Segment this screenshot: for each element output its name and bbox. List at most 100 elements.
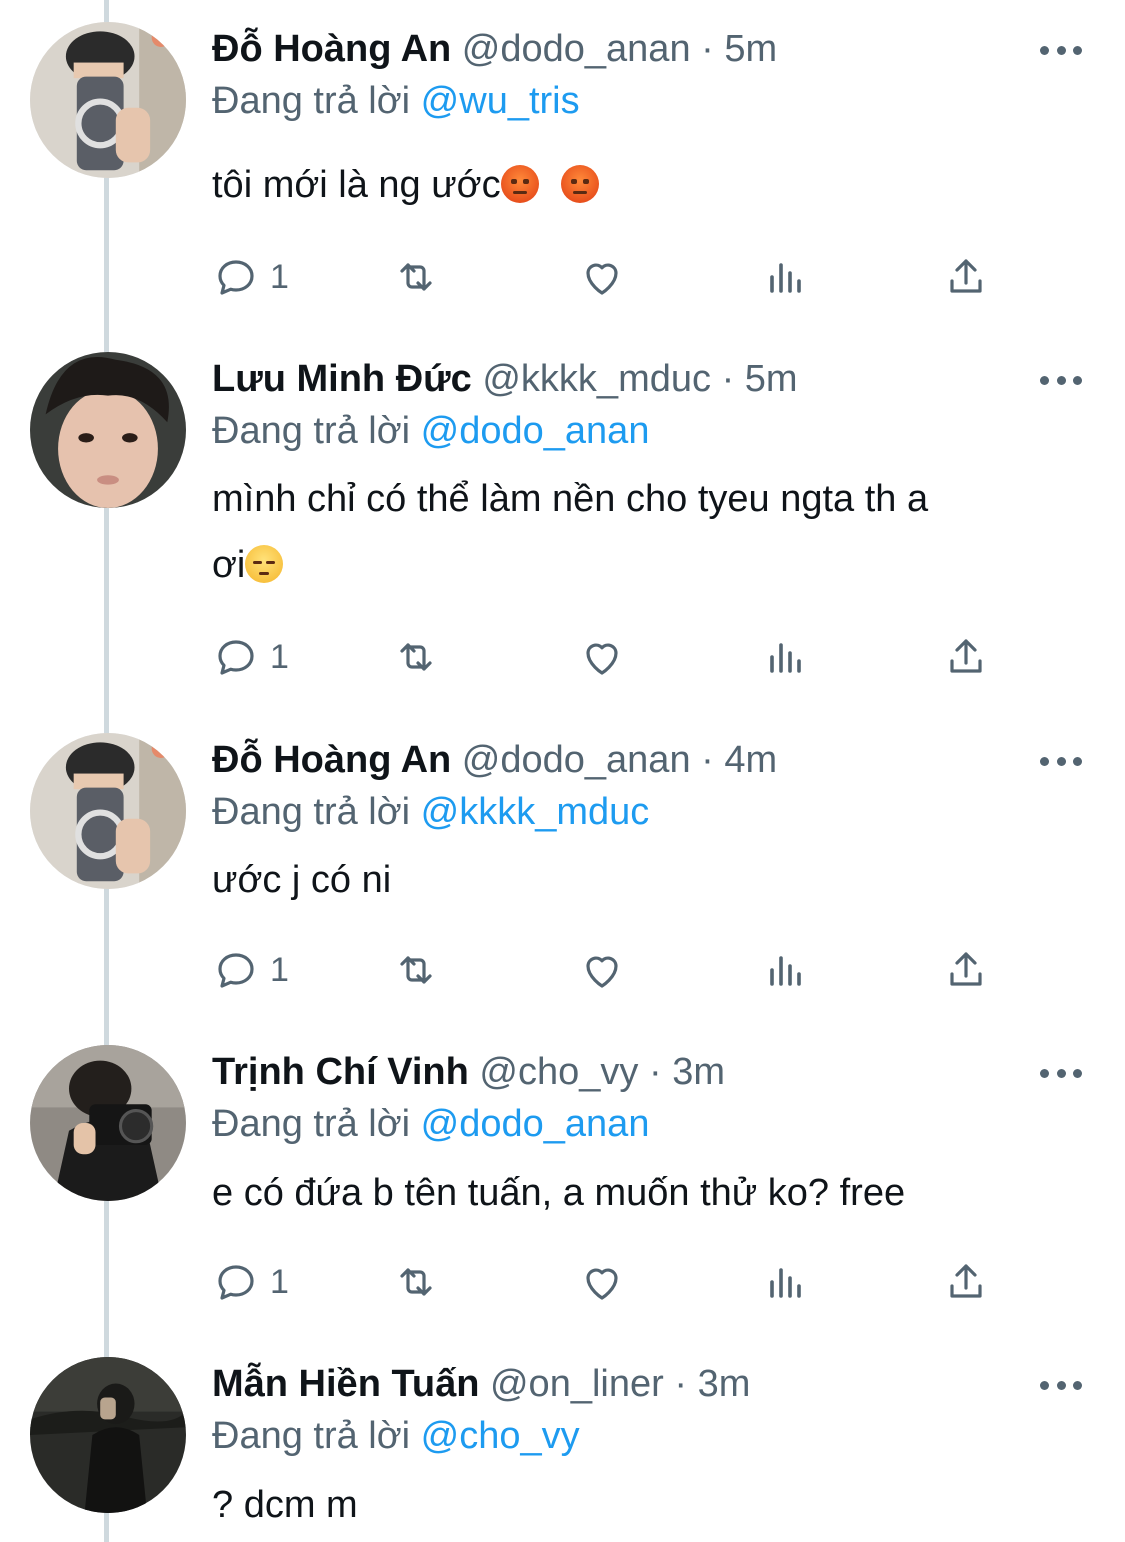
avatar[interactable] — [30, 352, 186, 508]
views-icon — [770, 263, 801, 293]
retweet-icon — [400, 1268, 432, 1296]
replying-to: Đang trả lời @kkkk_mduc — [212, 787, 649, 837]
share-button[interactable] — [942, 1257, 990, 1307]
replying-to: Đang trả lời @cho_vy — [212, 1411, 580, 1461]
views-button[interactable] — [762, 1257, 810, 1307]
share-button[interactable] — [942, 252, 990, 302]
angry-face-icon — [561, 165, 600, 203]
reply-count: 1 — [270, 1262, 289, 1301]
share-icon — [950, 952, 982, 986]
mention-link[interactable]: @kkkk_mduc — [421, 791, 650, 833]
avatar[interactable] — [30, 733, 186, 889]
reply-prefix: Đang trả lời — [212, 1103, 411, 1145]
share-button[interactable] — [942, 632, 990, 682]
reply-count: 1 — [270, 257, 289, 296]
reply-prefix: Đang trả lời — [212, 1415, 411, 1457]
pensive-face-icon — [245, 545, 284, 583]
like-button[interactable] — [578, 252, 626, 302]
retweet-icon — [400, 956, 432, 984]
like-button[interactable] — [578, 632, 626, 682]
views-icon — [770, 1268, 801, 1298]
more-icon[interactable] — [1040, 360, 1082, 400]
retweet-icon — [400, 263, 432, 291]
timestamp[interactable]: 3m — [672, 1051, 725, 1093]
reply-prefix: Đang trả lời — [212, 791, 411, 833]
avatar[interactable] — [30, 22, 186, 178]
replying-to: Đang trả lời @dodo_anan — [212, 406, 649, 456]
avatar[interactable] — [30, 1045, 186, 1201]
share-icon — [950, 639, 982, 673]
reply-prefix: Đang trả lời — [212, 410, 411, 452]
mention-link[interactable]: @dodo_anan — [421, 410, 650, 452]
separator: · — [648, 1051, 662, 1093]
display-name[interactable]: Đỗ Hoàng An — [212, 739, 451, 781]
avatar-camera-icon — [30, 1045, 186, 1201]
share-button[interactable] — [942, 945, 990, 995]
avatar-mirror-selfie-icon — [30, 733, 186, 889]
action-bar: 1 — [212, 945, 1012, 995]
reply-icon — [218, 953, 254, 988]
action-bar: 1 — [212, 632, 1012, 682]
avatar[interactable] — [30, 1357, 186, 1513]
replying-to: Đang trả lời @wu_tris — [212, 76, 580, 126]
more-icon[interactable] — [1040, 1365, 1082, 1405]
more-icon[interactable] — [1040, 741, 1082, 781]
display-name[interactable]: Đỗ Hoàng An — [212, 28, 451, 70]
like-icon — [586, 643, 618, 675]
share-icon — [950, 259, 982, 293]
mention-link[interactable]: @wu_tris — [421, 80, 580, 122]
separator: · — [674, 1363, 687, 1405]
mention-link[interactable]: @cho_vy — [421, 1415, 580, 1457]
tweet-text: mình chỉ có thể làm nền cho tyeu ngta th… — [212, 478, 929, 586]
user-handle[interactable]: @dodo_anan — [462, 28, 691, 70]
avatar-face-selfie-icon — [30, 352, 186, 508]
reply-prefix: Đang trả lời — [212, 80, 411, 122]
like-icon — [586, 263, 618, 295]
angry-face-icon — [500, 165, 539, 203]
like-button[interactable] — [578, 945, 626, 995]
tweet-text: ? dcm m — [212, 1484, 358, 1526]
display-name[interactable]: Trịnh Chí Vinh — [212, 1051, 469, 1093]
reply-button[interactable]: 1 — [212, 252, 289, 302]
user-handle[interactable]: @kkkk_mduc — [482, 358, 711, 400]
more-icon[interactable] — [1040, 30, 1082, 70]
tweet-header: Mẫn Hiền Tuấn @on_liner · 3m — [212, 1359, 750, 1409]
retweet-icon — [400, 643, 432, 671]
retweet-button[interactable] — [392, 1257, 440, 1307]
views-icon — [770, 643, 801, 673]
retweet-button[interactable] — [392, 632, 440, 682]
display-name[interactable]: Mẫn Hiền Tuấn — [212, 1363, 479, 1405]
reply-icon — [218, 640, 254, 675]
reply-button[interactable]: 1 — [212, 1257, 289, 1307]
avatar-dark-night-icon — [30, 1357, 186, 1513]
tweet-header: Đỗ Hoàng An @dodo_anan · 4m — [212, 735, 777, 785]
views-button[interactable] — [762, 632, 810, 682]
views-button[interactable] — [762, 252, 810, 302]
mention-link[interactable]: @dodo_anan — [421, 1103, 650, 1145]
retweet-button[interactable] — [392, 945, 440, 995]
user-handle[interactable]: @cho_vy — [479, 1051, 638, 1093]
reply-icon — [218, 260, 254, 295]
views-button[interactable] — [762, 945, 810, 995]
tweet-text: tôi mới là ng ước — [212, 152, 1072, 218]
avatar-mirror-selfie-icon — [30, 22, 186, 178]
separator: · — [721, 358, 735, 400]
reply-button[interactable]: 1 — [212, 632, 289, 682]
timestamp[interactable]: 5m — [745, 358, 798, 400]
like-button[interactable] — [578, 1257, 626, 1307]
like-icon — [586, 956, 618, 988]
user-handle[interactable]: @dodo_anan — [462, 739, 691, 781]
timestamp[interactable]: 4m — [724, 739, 777, 781]
timestamp[interactable]: 5m — [724, 28, 777, 70]
timestamp[interactable]: 3m — [698, 1363, 751, 1405]
tweet-text: ước j có ni — [212, 859, 392, 901]
display-name[interactable]: Lưu Minh Đức — [212, 358, 472, 400]
action-bar: 1 — [212, 252, 1012, 302]
retweet-button[interactable] — [392, 252, 440, 302]
replying-to: Đang trả lời @dodo_anan — [212, 1099, 649, 1149]
more-icon[interactable] — [1040, 1053, 1082, 1093]
user-handle[interactable]: @on_liner — [490, 1363, 664, 1405]
views-icon — [770, 956, 801, 986]
tweet-header: Trịnh Chí Vinh @cho_vy · 3m — [212, 1047, 725, 1097]
reply-button[interactable]: 1 — [212, 945, 289, 995]
